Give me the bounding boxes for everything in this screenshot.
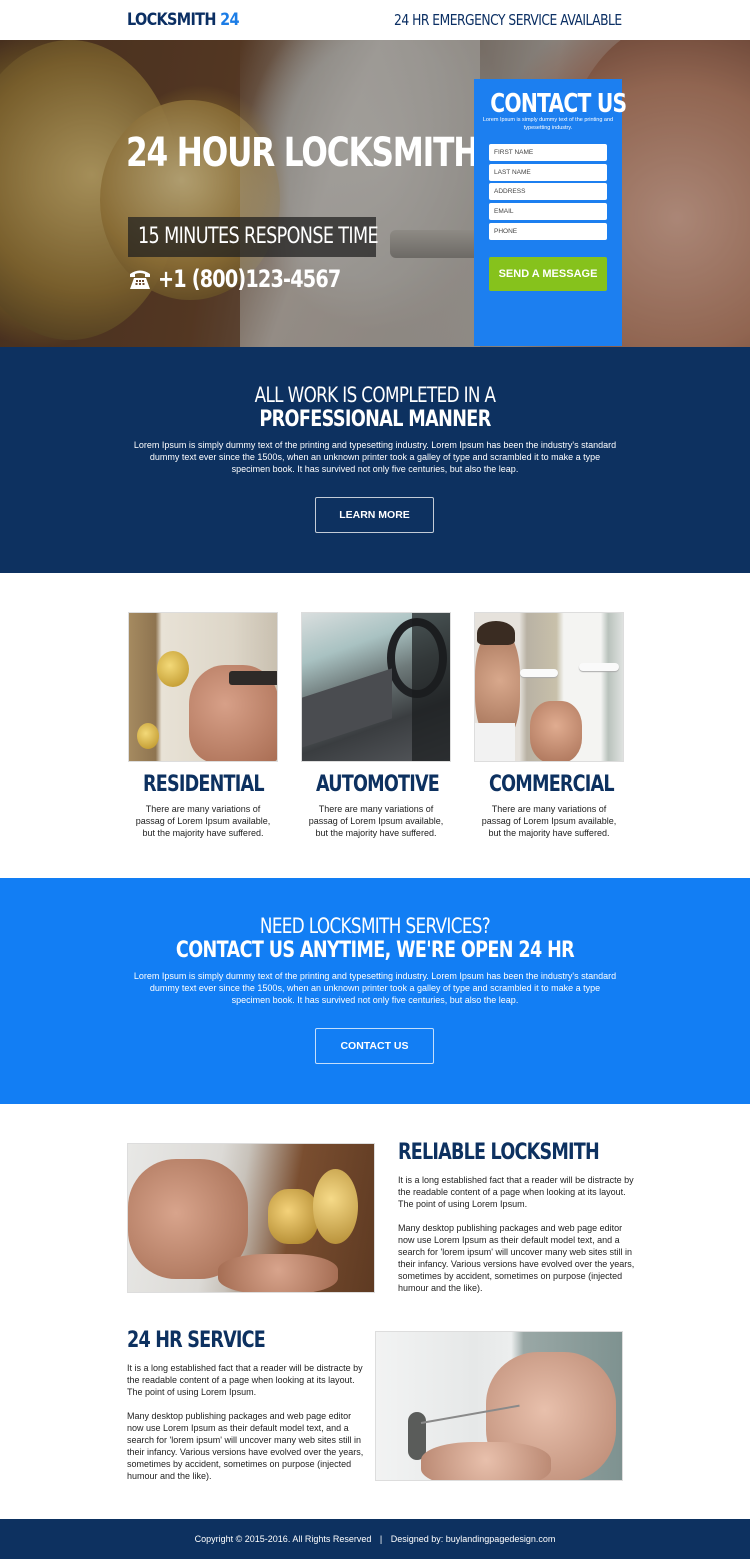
send-message-button[interactable]: SEND A MESSAGE xyxy=(489,257,607,291)
commercial-door-lock-photo xyxy=(474,612,624,762)
service-card-commercial: COMMERCIAL There are many variations of … xyxy=(474,612,624,839)
feature-para2-24hr: Many desktop publishing packages and web… xyxy=(127,1411,364,1481)
learn-more-button[interactable]: LEARN MORE xyxy=(315,497,434,533)
service-text-commercial: There are many variations of passag of L… xyxy=(481,804,617,838)
logo-accent: 24 xyxy=(220,10,239,30)
service-title-residential: RESIDENTIAL xyxy=(143,772,265,797)
cta-heading-line1: NEED LOCKSMITH SERVICES? xyxy=(259,914,491,938)
lock-picking-doorknob-photo xyxy=(127,1143,375,1293)
service-card-residential: RESIDENTIAL There are many variations of… xyxy=(128,612,278,839)
professional-body: Lorem Ipsum is simply dummy text of the … xyxy=(133,440,617,474)
address-input[interactable] xyxy=(489,183,607,200)
email-input[interactable] xyxy=(489,203,607,220)
first-name-input[interactable] xyxy=(489,144,607,161)
phone-number: +1 (800)123-4567 xyxy=(158,265,341,293)
hero-subtitle-box: 15 MINUTES RESPONSE TIME xyxy=(128,217,379,257)
residential-door-lock-photo xyxy=(128,612,278,762)
contact-form-description: Lorem Ipsum is simply dummy text of the … xyxy=(482,117,614,131)
feature-title-reliable: RELIABLE LOCKSMITH xyxy=(398,1140,600,1165)
car-interior-photo xyxy=(301,612,451,762)
service-title-automotive: AUTOMOTIVE xyxy=(316,772,440,797)
services-section: RESIDENTIAL There are many variations of… xyxy=(0,573,750,878)
service-text-automotive: There are many variations of passag of L… xyxy=(308,804,444,838)
last-name-input[interactable] xyxy=(489,164,607,181)
footer-separator: | xyxy=(379,1534,383,1544)
professional-section: ALL WORK IS COMPLETED IN A PROFESSIONAL … xyxy=(0,347,750,573)
service-card-automotive: AUTOMOTIVE There are many variations of … xyxy=(301,612,451,839)
logo-text: LOCKSMITH xyxy=(127,10,216,30)
feature-para1-24hr: It is a long established fact that a rea… xyxy=(127,1363,363,1397)
contact-form: CONTACT US Lorem Ipsum is simply dummy t… xyxy=(474,79,627,346)
contact-us-button[interactable]: CONTACT US xyxy=(315,1028,434,1064)
site-header: LOCKSMITH 24 24 HR EMERGENCY SERVICE AVA… xyxy=(0,0,750,40)
cta-heading-line2: CONTACT US ANYTIME, WE'RE OPEN 24 HR xyxy=(175,938,575,963)
hero-section: 24 HOUR LOCKSMITH 15 MINUTES RESPONSE TI… xyxy=(0,40,750,347)
site-footer: Copyright © 2015-2016. All Rights Reserv… xyxy=(0,1519,750,1559)
hero-phone[interactable]: +1 (800)123-4567 xyxy=(128,263,386,295)
designed-by-link[interactable]: Designed by: buylandingpagedesign.com xyxy=(391,1534,556,1544)
feature-title-24hr: 24 HR SERVICE xyxy=(127,1328,266,1353)
telephone-icon xyxy=(128,268,152,290)
professional-heading-line1: ALL WORK IS COMPLETED IN A xyxy=(254,383,496,407)
logo[interactable]: LOCKSMITH 24 xyxy=(127,10,240,30)
feature-text-reliable: It is a long established fact that a rea… xyxy=(398,1174,638,1294)
feature-para2-reliable: Many desktop publishing packages and web… xyxy=(398,1223,635,1293)
professional-heading-line2: PROFESSIONAL MANNER xyxy=(259,407,491,432)
cta-section: NEED LOCKSMITH SERVICES? CONTACT US ANYT… xyxy=(0,878,750,1104)
hero-overlay xyxy=(0,40,750,347)
cta-body: Lorem Ipsum is simply dummy text of the … xyxy=(133,971,617,1005)
feature-para1-reliable: It is a long established fact that a rea… xyxy=(398,1175,634,1209)
feature-text-24hr: It is a long established fact that a rea… xyxy=(127,1362,367,1482)
service-text-residential: There are many variations of passag of L… xyxy=(135,804,271,838)
header-tagline: 24 HR EMERGENCY SERVICE AVAILABLE xyxy=(394,11,622,29)
hero-subtitle: 15 MINUTES RESPONSE TIME xyxy=(138,224,379,249)
phone-input[interactable] xyxy=(489,223,607,240)
service-title-commercial: COMMERCIAL xyxy=(489,772,615,797)
copyright-text: Copyright © 2015-2016. All Rights Reserv… xyxy=(194,1534,372,1544)
hero-title: 24 HOUR LOCKSMITH xyxy=(126,130,479,176)
contact-form-title: CONTACT US xyxy=(490,89,627,119)
lock-picking-cylinder-photo xyxy=(375,1331,623,1481)
